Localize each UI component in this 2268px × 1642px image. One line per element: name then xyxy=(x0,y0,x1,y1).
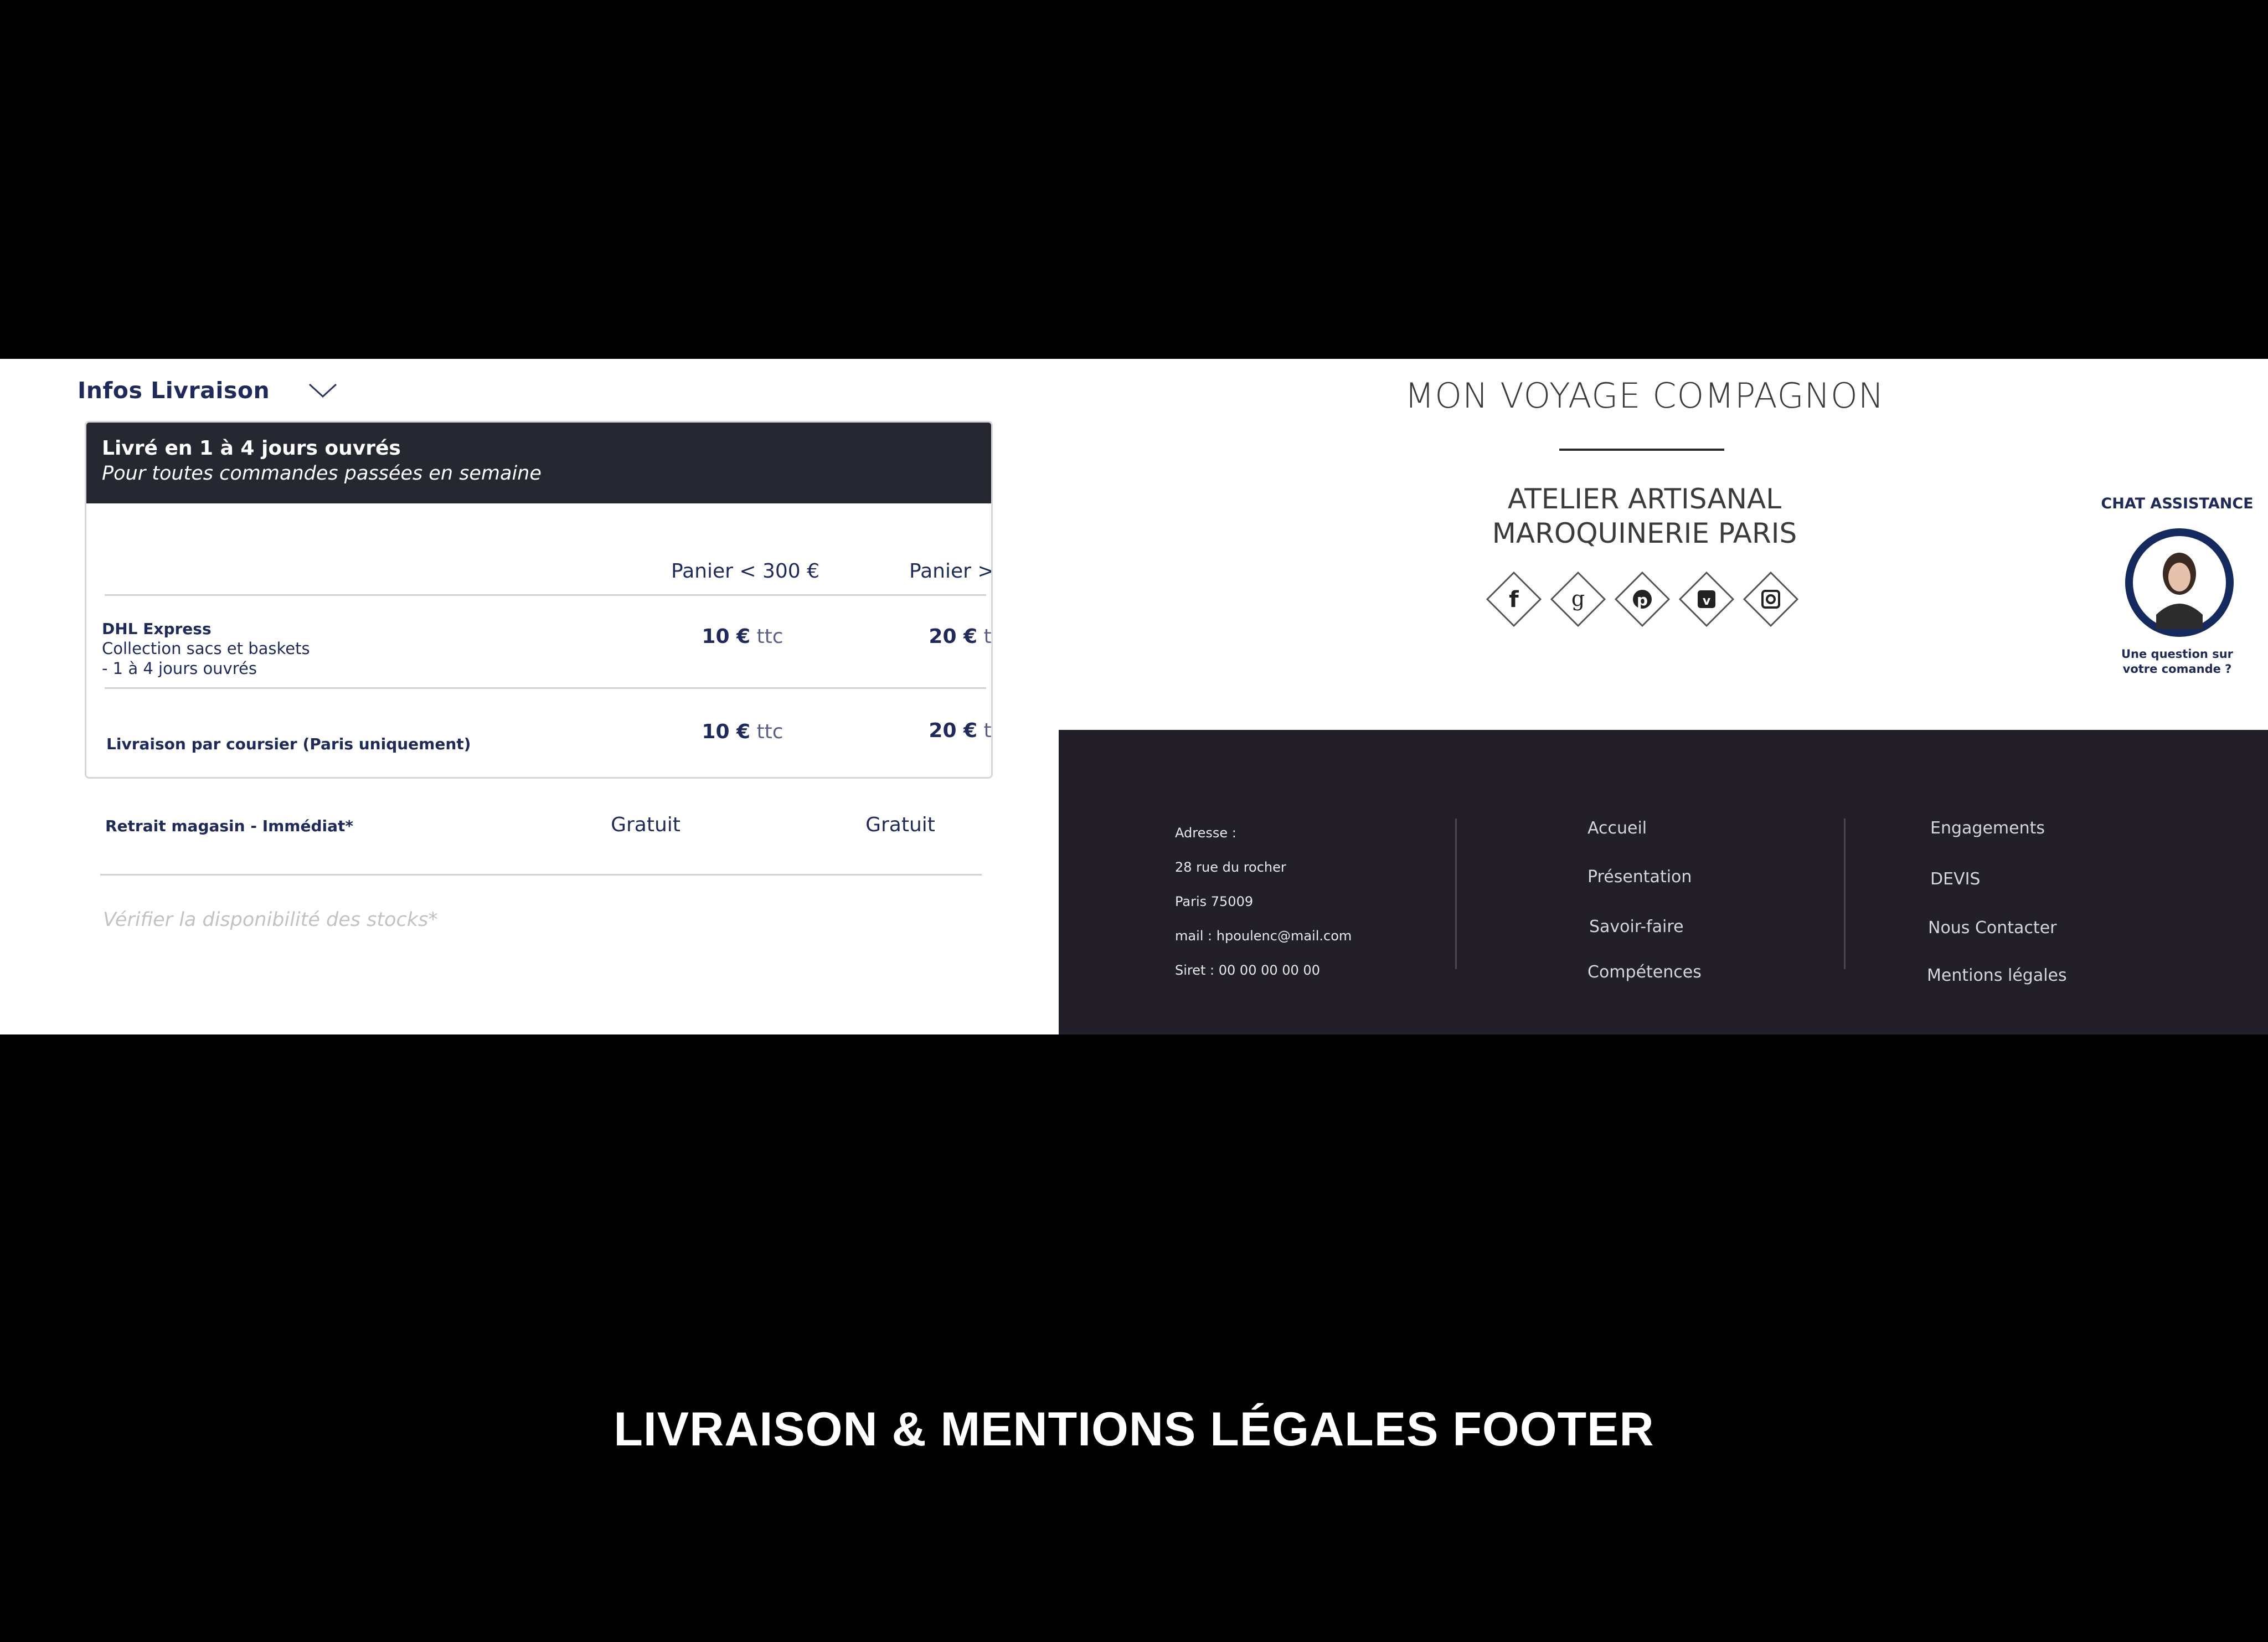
caption: LIVRAISON & MENTIONS LÉGALES FOOTER xyxy=(614,1403,1654,1456)
address-city: Paris 75009 xyxy=(1175,894,1254,909)
address-siret: Siret : 00 00 00 00 00 xyxy=(1175,962,1320,978)
footer-link-savoir-faire[interactable]: Savoir-faire xyxy=(1589,917,1684,936)
footer-link-contact[interactable]: Nous Contacter xyxy=(1928,918,2057,938)
footer-link-engagements[interactable]: Engagements xyxy=(1930,819,2045,838)
address-street: 28 rue du rocher xyxy=(1175,859,1286,875)
brand-tagline: ATELIER ARTISANAL MAROQUINERIE PARIS xyxy=(1351,482,1938,550)
chat-title: CHAT ASSISTANCE xyxy=(2101,495,2254,512)
brand-title: MON VOYAGE COMPAGNON xyxy=(1404,375,1885,416)
chat-question: Une question sur votre comande ? xyxy=(2105,647,2249,677)
footer-link-presentation[interactable]: Présentation xyxy=(1587,867,1692,887)
site-footer: Adresse : 28 rue du rocher Paris 75009 m… xyxy=(1059,730,2268,1034)
footer-divider xyxy=(1844,819,1846,969)
footer-link-accueil[interactable]: Accueil xyxy=(1587,819,1647,838)
brand-divider xyxy=(1559,449,1724,451)
footer-link-competences[interactable]: Compétences xyxy=(1587,962,1702,982)
footer-divider xyxy=(1455,819,1457,969)
footer-link-devis[interactable]: DEVIS xyxy=(1930,869,1980,889)
brand-tagline-line2: MAROQUINERIE PARIS xyxy=(1492,517,1797,549)
address-label: Adresse : xyxy=(1175,825,1236,841)
brand-tagline-line1: ATELIER ARTISANAL xyxy=(1507,483,1782,515)
divider xyxy=(100,874,982,876)
chat-question-line2: votre comande ? xyxy=(2122,662,2232,676)
footer-link-mentions-legales[interactable]: Mentions légales xyxy=(1927,966,2067,985)
chat-question-line1: Une question sur xyxy=(2121,647,2233,661)
delivery-card-footer: Vérifier la disponibilité des stocks* xyxy=(86,423,991,931)
address-email: mail : hpoulenc@mail.com xyxy=(1175,928,1352,944)
stock-availability-link[interactable]: Vérifier la disponibilité des stocks* xyxy=(103,909,438,931)
chat-avatar[interactable] xyxy=(2123,526,2236,639)
